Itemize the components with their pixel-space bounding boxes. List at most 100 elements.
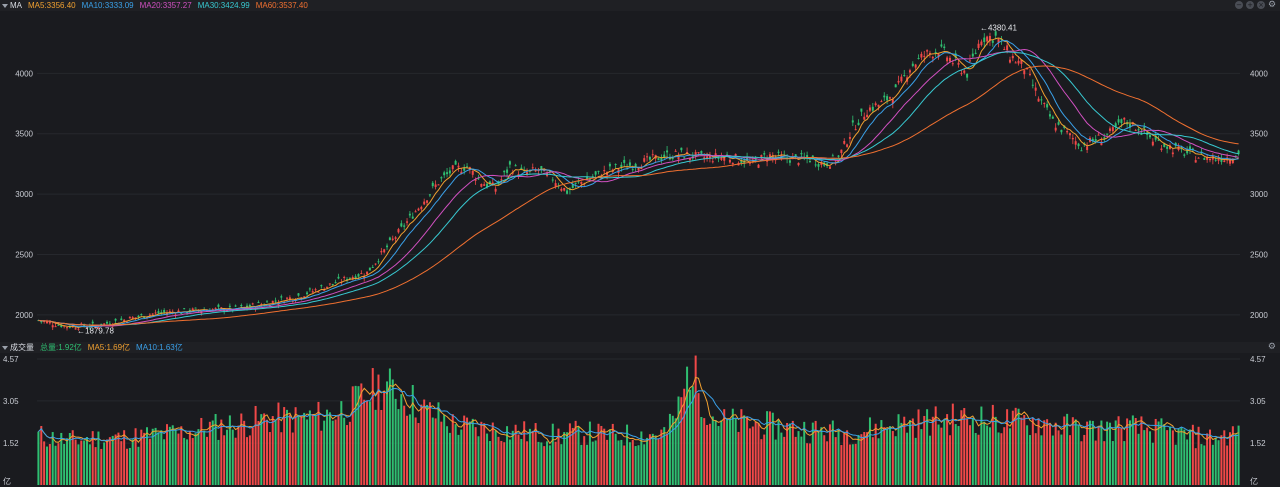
volume-bar	[248, 435, 251, 485]
volume-chart[interactable]: 1.52 1.52 3.05 3.05 4.57 4.57 亿 亿	[0, 353, 1280, 487]
candle-body	[717, 157, 720, 159]
price-chart[interactable]: 2000 2000 2500 2500 3000 3000 3500 3500 4000 4000…	[0, 11, 1280, 342]
settings-icon[interactable]: ⚙	[1268, 1, 1276, 10]
indicator-label[interactable]: MA	[10, 0, 22, 11]
volume-bar	[197, 429, 200, 485]
candle-body	[506, 169, 509, 173]
low-annotation: ←1879.78	[77, 326, 114, 335]
volume-bar	[400, 394, 403, 485]
candle-body	[1037, 98, 1040, 102]
ma-value-2: MA20:3357.27	[139, 1, 192, 10]
volume-bar	[731, 408, 734, 485]
candle-body	[1066, 131, 1069, 133]
volume-bar	[528, 428, 531, 485]
candle-body	[1134, 130, 1137, 132]
volume-bar	[1048, 423, 1051, 485]
volume-bar	[823, 435, 826, 485]
candle-body	[214, 307, 217, 309]
candle-body	[286, 297, 289, 299]
volume-bar	[323, 420, 326, 485]
volume-bar	[694, 355, 697, 485]
candle-body	[974, 52, 977, 54]
candle-body	[408, 213, 411, 216]
volume-bar	[788, 423, 791, 485]
volume-bar	[360, 383, 363, 485]
y-tick-left: 2500	[15, 251, 33, 260]
candle-body	[868, 107, 871, 111]
candle-body	[1208, 158, 1211, 161]
candle-body	[840, 149, 843, 154]
volume-bar	[263, 413, 266, 485]
volume-bar	[231, 429, 234, 485]
volume-bar	[471, 418, 474, 485]
candle-body	[680, 147, 683, 151]
candle-body	[311, 291, 314, 293]
collapse-arrow-icon[interactable]	[2, 3, 8, 8]
candle-body	[217, 304, 220, 307]
volume-bars	[37, 355, 1240, 485]
candle-body	[646, 156, 649, 158]
volume-bar	[537, 441, 540, 485]
volume-bar	[603, 428, 606, 485]
collapse-arrow-icon[interactable]	[2, 345, 8, 350]
volume-bar	[383, 392, 386, 485]
candle-body	[946, 57, 949, 62]
volume-bar	[874, 423, 877, 485]
volume-bar	[106, 439, 109, 485]
candle-body	[440, 177, 443, 179]
volume-bar	[77, 444, 80, 485]
volume-bar	[188, 430, 191, 485]
candle-body	[1137, 129, 1140, 131]
volume-bar	[194, 433, 197, 485]
volume-bar	[108, 437, 111, 485]
candle-body	[426, 200, 429, 203]
volume-bar	[1171, 430, 1174, 485]
volume-bar	[86, 437, 89, 485]
volume-bar	[611, 423, 614, 485]
volume-bar	[591, 441, 594, 485]
candle-body	[788, 160, 791, 163]
candle-body	[560, 188, 563, 191]
candle-body	[648, 156, 651, 160]
settings-icon[interactable]: ⚙	[1268, 343, 1276, 352]
volume-bar	[580, 444, 583, 485]
candle-body	[1057, 122, 1060, 125]
volume-bar	[148, 438, 151, 485]
candle-body	[1148, 135, 1151, 138]
volume-label[interactable]: 成交量	[10, 342, 34, 353]
volume-bar	[131, 439, 134, 485]
volume-bar	[560, 444, 563, 485]
volume-bar	[446, 426, 449, 485]
volume-bar	[623, 445, 626, 485]
candle-body	[983, 37, 986, 42]
candle-body	[503, 170, 506, 173]
volume-bar	[951, 403, 954, 485]
volume-bar	[1077, 425, 1080, 485]
candle-body	[183, 308, 186, 310]
candle-body	[1097, 134, 1100, 136]
candle-body	[48, 321, 51, 324]
candle-body	[731, 162, 734, 165]
volume-bar	[851, 444, 854, 485]
candle-body	[266, 301, 269, 303]
ma5-line	[38, 37, 1239, 329]
close-icon[interactable]: ×	[1257, 1, 1265, 9]
volume-bar	[1060, 434, 1063, 485]
volume-bar	[957, 426, 960, 485]
volume-bar	[286, 409, 289, 485]
volume-bar	[366, 400, 369, 485]
candle-body	[968, 60, 971, 62]
volume-bar	[994, 416, 997, 485]
volume-bar	[928, 435, 931, 485]
volume-bar	[517, 434, 520, 485]
ma-value-3: MA30:3424.99	[197, 1, 250, 10]
volume-bar	[348, 421, 351, 485]
candle-body	[331, 283, 334, 285]
minus-icon[interactable]: −	[1235, 1, 1243, 9]
volume-bar	[246, 437, 249, 485]
volume-bar	[331, 420, 334, 485]
candle-body	[923, 55, 926, 57]
plus-icon[interactable]: +	[1246, 1, 1254, 9]
volume-bar	[794, 436, 797, 485]
candle-body	[326, 286, 329, 288]
